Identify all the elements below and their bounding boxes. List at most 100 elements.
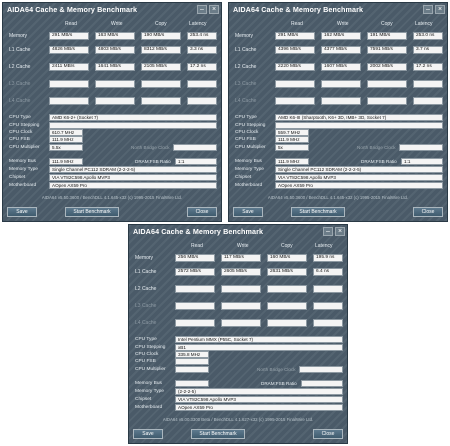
close-button[interactable]: Close: [313, 429, 343, 439]
start-benchmark-button[interactable]: Start Benchmark: [191, 429, 245, 439]
result-cell: [267, 285, 307, 293]
result-cell: [367, 97, 407, 105]
cpu-fsb-value: 111.9 MHz: [275, 136, 309, 143]
chipset-value: VIA VT82C598 Apollo MVP3: [275, 174, 443, 181]
result-cell: [141, 80, 181, 88]
result-cell: 1607 MB/s: [321, 63, 361, 71]
dram-fsb-ratio-value: [301, 380, 343, 387]
result-cell: [49, 97, 89, 105]
result-cell: [275, 97, 315, 105]
column-header: Latency: [415, 21, 433, 27]
result-cell: [49, 80, 89, 88]
result-cell: 117 MB/s: [221, 254, 261, 262]
cpu-multiplier-value: 5x: [275, 144, 309, 151]
cpu-fsb-label: CPU FSB: [235, 137, 256, 142]
north-bridge-clock-value: [173, 144, 217, 151]
row-label: Memory: [135, 255, 154, 261]
row-label: L3 Cache: [9, 81, 31, 87]
result-cell: 2220 MB/s: [275, 63, 315, 71]
result-cell: [141, 97, 181, 105]
result-cell: 1641 MB/s: [95, 63, 135, 71]
north-bridge-clock-value: [299, 366, 343, 373]
row-label: L4 Cache: [9, 98, 31, 104]
minimize-button[interactable]: –: [323, 227, 333, 236]
cpu-clock-value: 335.8 MHz: [175, 351, 209, 358]
result-cell: 253.0 ns: [413, 32, 443, 40]
row-label: L3 Cache: [135, 303, 157, 309]
cpu-type-label: CPU Type: [235, 115, 257, 120]
row-label: L2 Cache: [135, 286, 157, 292]
result-cell: 3.3 ns: [187, 46, 217, 54]
motherboard-value: AOpen AX59 Pro: [49, 182, 217, 189]
result-cell: [313, 319, 343, 327]
cpu-stepping-label: CPU Stepping: [135, 345, 166, 350]
save-button[interactable]: Save: [133, 429, 163, 439]
save-button[interactable]: Save: [233, 207, 263, 217]
start-benchmark-button[interactable]: Start Benchmark: [291, 207, 345, 217]
row-label: Memory: [235, 33, 254, 39]
row-label: L1 Cache: [9, 47, 31, 53]
memory-type-label: Memory Type: [135, 389, 164, 394]
result-cell: [267, 302, 307, 310]
motherboard-value: AOpen AX59 Pro: [275, 182, 443, 189]
column-header: Latency: [189, 21, 207, 27]
window-title: AIDA64 Cache & Memory Benchmark: [7, 5, 138, 14]
motherboard-label: Motherboard: [235, 183, 263, 188]
close-button[interactable]: Close: [413, 207, 443, 217]
memory-type-label: Memory Type: [9, 167, 38, 172]
dram-fsb-ratio-label: DRAM:FSB Ratio: [261, 381, 297, 386]
row-label: L1 Cache: [235, 47, 257, 53]
result-cell: 2002 MB/s: [367, 63, 407, 71]
column-header: Write: [237, 243, 249, 249]
north-bridge-clock-label: North Bridge Clock: [131, 145, 170, 150]
cpu-clock-label: CPU Clock: [9, 130, 33, 135]
row-label: L2 Cache: [235, 64, 257, 70]
result-cell: [175, 302, 215, 310]
result-cell: 6.4 ns: [313, 268, 343, 276]
motherboard-label: Motherboard: [135, 405, 163, 410]
cpu-clock-label: CPU Clock: [135, 352, 159, 357]
row-label: Memory: [9, 33, 28, 39]
cpu-multiplier-value: [175, 366, 209, 373]
title-bar: AIDA64 Cache & Memory Benchmark – ×: [229, 3, 447, 17]
chipset-label: Chipset: [235, 175, 252, 180]
result-cell: 3.7 ns: [413, 46, 443, 54]
result-cell: [313, 302, 343, 310]
memory-type-value: (2-2-2-5): [175, 388, 343, 395]
dram-fsb-ratio-value: 1:1: [175, 158, 217, 165]
result-cell: 291 MB/s: [49, 32, 89, 40]
close-button[interactable]: Close: [187, 207, 217, 217]
result-cell: 8312 MB/s: [141, 46, 181, 54]
column-header: Read: [191, 243, 203, 249]
result-cell: [187, 97, 217, 105]
result-cell: 162 MB/s: [321, 32, 361, 40]
close-window-button[interactable]: ×: [335, 227, 345, 236]
close-window-button[interactable]: ×: [209, 5, 219, 14]
cpu-multiplier-label: CPU Multiplier: [135, 367, 166, 372]
result-cell: [367, 80, 407, 88]
result-cell: [95, 80, 135, 88]
start-benchmark-button[interactable]: Start Benchmark: [65, 207, 119, 217]
cpu-fsb-value: 111.9 MHz: [49, 136, 83, 143]
minimize-button[interactable]: –: [423, 5, 433, 14]
result-cell: [221, 319, 261, 327]
result-cell: 4826 MB/s: [49, 46, 89, 54]
chipset-label: Chipset: [135, 397, 152, 402]
column-header: Write: [111, 21, 123, 27]
version-footer: AIDA64 v5.50.3600 / BenchDLL 4.1.645-x32…: [41, 195, 183, 200]
result-cell: 2605 MB/s: [221, 268, 261, 276]
result-cell: [313, 285, 343, 293]
cpu-type-label: CPU Type: [135, 337, 157, 342]
column-header: Copy: [381, 21, 393, 27]
save-button[interactable]: Save: [7, 207, 37, 217]
close-window-button[interactable]: ×: [435, 5, 445, 14]
cpu-multiplier-label: CPU Multiplier: [9, 145, 40, 150]
result-cell: [95, 97, 135, 105]
minimize-button[interactable]: –: [197, 5, 207, 14]
cpu-stepping-label: CPU Stepping: [235, 123, 266, 128]
memory-bus-value: 111.9 MHz: [275, 158, 309, 165]
memory-bus-label: Memory Bus: [135, 381, 162, 386]
memory-bus-label: Memory Bus: [9, 159, 36, 164]
result-cell: [413, 97, 443, 105]
result-cell: 253.4 ns: [187, 32, 217, 40]
